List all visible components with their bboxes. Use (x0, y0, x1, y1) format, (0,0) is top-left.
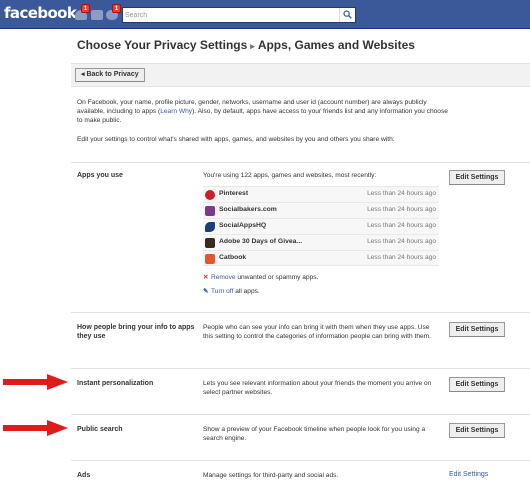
app-name[interactable]: Catbook (219, 254, 246, 261)
list-item[interactable]: Adobe 30 Days of Givea... Less than 24 h… (203, 234, 439, 250)
remove-text: unwanted or spammy apps. (235, 274, 319, 281)
instant-personalization-edit-button[interactable]: Edit Settings (449, 377, 505, 392)
list-item[interactable]: Catbook Less than 24 hours ago (203, 250, 439, 266)
pinterest-icon (205, 190, 215, 200)
public-search-label: Public search (77, 426, 123, 433)
messages-icon[interactable] (89, 6, 105, 22)
red-arrow-icon (3, 420, 68, 436)
search-box (122, 7, 356, 23)
bring-info-edit-button[interactable]: Edit Settings (449, 322, 505, 337)
search-icon (343, 10, 352, 19)
app-name[interactable]: Socialbakers.com (219, 206, 277, 213)
app-name[interactable]: Adobe 30 Days of Givea... (219, 238, 302, 245)
bring-info-label: How people bring your info to apps they … (77, 324, 195, 340)
apps-you-use-label: Apps you use (77, 172, 123, 179)
app-time: Less than 24 hours ago (367, 222, 436, 229)
app-time: Less than 24 hours ago (367, 206, 436, 213)
apps-you-use-description: You're using 122 apps, games and website… (203, 172, 377, 179)
section-divider (71, 460, 530, 461)
app-time: Less than 24 hours ago (367, 254, 436, 261)
friend-requests-icon[interactable]: 1 (73, 4, 90, 22)
adobe-icon (205, 238, 215, 248)
page-title: Choose Your Privacy Settings ▸ Apps, Games… (77, 38, 415, 52)
bring-info-description: People who can see your info can bring i… (203, 324, 431, 340)
remove-apps-line: ✕ Remove unwanted or spammy apps. (203, 273, 318, 281)
search-input[interactable] (125, 9, 337, 21)
page-toolbar: ◂ Back to Privacy (71, 63, 530, 87)
notifications-icon[interactable]: 1 (104, 4, 121, 22)
red-arrow-icon (3, 374, 68, 390)
app-name[interactable]: SocialAppsHQ (219, 222, 266, 229)
instant-personalization-description: Lets you see relevant information about … (203, 380, 432, 396)
list-item[interactable]: Pinterest Less than 24 hours ago (203, 186, 439, 202)
top-bar: facebook 1 1 (0, 0, 530, 29)
apps-you-use-edit-button[interactable]: Edit Settings (449, 170, 505, 185)
turn-off-text: all apps. (233, 288, 260, 295)
socialbakers-icon (205, 206, 215, 216)
facebook-logo[interactable]: facebook (4, 4, 77, 22)
ads-edit-settings-link[interactable]: Edit Settings (449, 471, 488, 478)
app-time: Less than 24 hours ago (367, 238, 436, 245)
turn-off-link[interactable]: Turn off (211, 288, 233, 295)
catbook-icon (205, 254, 215, 264)
section-divider (71, 368, 530, 369)
remove-link[interactable]: Remove (211, 274, 236, 281)
search-button[interactable] (339, 8, 355, 22)
instant-personalization-label: Instant personalization (77, 380, 154, 387)
recent-apps-list: Pinterest Less than 24 hours ago Socialb… (203, 186, 439, 266)
app-name[interactable]: Pinterest (219, 190, 248, 197)
public-search-edit-button[interactable]: Edit Settings (449, 423, 505, 438)
learn-why-link[interactable]: Learn Why (160, 108, 192, 115)
page-title-main[interactable]: Choose Your Privacy Settings (77, 38, 247, 52)
list-item[interactable]: Socialbakers.com Less than 24 hours ago (203, 202, 439, 218)
ads-description: Manage settings for third-party and soci… (203, 472, 339, 479)
section-divider (71, 312, 530, 313)
turn-off-apps-line: ✎ Turn off all apps. (203, 287, 260, 295)
page-title-sub: Apps, Games and Websites (257, 38, 415, 52)
section-divider (71, 162, 530, 163)
remove-icon: ✕ (203, 274, 209, 281)
ads-label: Ads (77, 472, 91, 479)
public-search-description: Show a preview of your Facebook timeline… (203, 426, 426, 442)
pencil-icon: ✎ (203, 288, 209, 295)
list-item[interactable]: SocialAppsHQ Less than 24 hours ago (203, 218, 439, 234)
breadcrumb-separator: ▸ (250, 41, 255, 51)
intro-instructions: Edit your settings to control what's sha… (77, 136, 395, 143)
socialappshq-icon (205, 222, 215, 232)
notifications-badge: 1 (112, 4, 121, 13)
app-time: Less than 24 hours ago (367, 190, 436, 197)
back-to-privacy-button[interactable]: ◂ Back to Privacy (75, 68, 145, 82)
section-divider (71, 414, 530, 415)
intro-paragraph: On Facebook, your name, profile picture,… (77, 98, 449, 125)
